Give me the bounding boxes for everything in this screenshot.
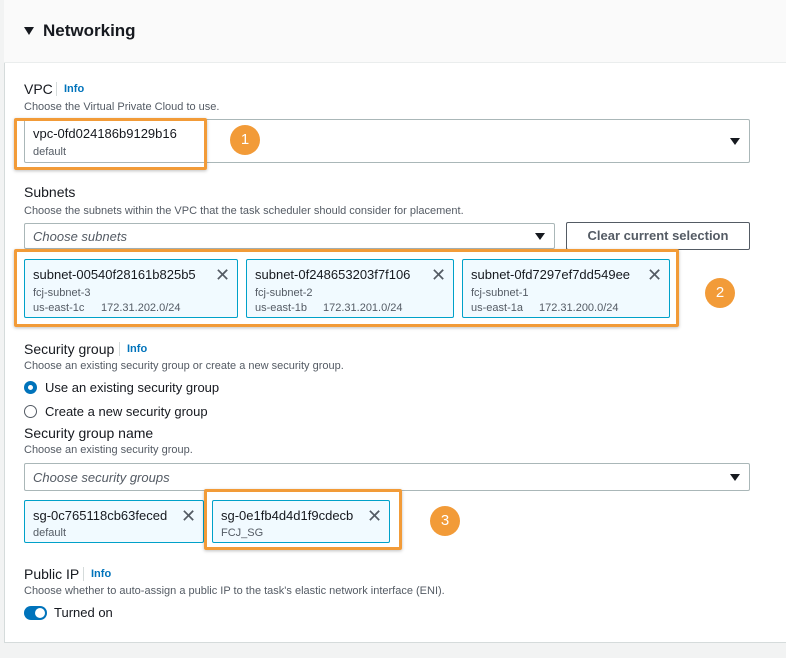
divider <box>56 82 57 96</box>
vpc-label: VPC <box>24 81 53 97</box>
sg-name-label: Security group name <box>24 425 154 441</box>
section-title: Networking <box>43 21 136 40</box>
toggle-knob <box>35 608 45 618</box>
public-ip-state: Turned on <box>54 605 113 620</box>
public-ip-info-link[interactable]: Info <box>91 568 111 580</box>
chevron-down-icon <box>535 233 545 240</box>
public-ip-toggle[interactable] <box>24 606 47 620</box>
vpc-description: Choose the Virtual Private Cloud to use. <box>24 101 220 113</box>
divider <box>83 567 84 581</box>
caret-down-icon[interactable] <box>24 27 34 35</box>
sg-token: sg-0c765118cb63feced ✕ default <box>24 500 204 543</box>
security-group-description: Choose an existing security group or cre… <box>24 360 344 372</box>
highlight-box-1 <box>14 118 207 170</box>
subnets-label: Subnets <box>24 184 76 200</box>
security-group-label: Security group <box>24 341 115 357</box>
chevron-down-icon <box>730 138 740 145</box>
sg-placeholder: Choose security groups <box>33 470 170 485</box>
annotation-badge-1: 1 <box>230 125 260 155</box>
annotation-badge-2: 2 <box>705 278 735 308</box>
highlight-box-3 <box>204 489 402 550</box>
subnets-description: Choose the subnets within the VPC that t… <box>24 205 464 217</box>
subnets-placeholder: Choose subnets <box>33 229 127 244</box>
vpc-info-link[interactable]: Info <box>64 83 84 95</box>
annotation-badge-3: 3 <box>430 506 460 536</box>
chevron-down-icon <box>730 474 740 481</box>
clear-selection-button[interactable]: Clear current selection <box>566 222 750 250</box>
close-icon[interactable]: ✕ <box>181 507 196 525</box>
divider <box>119 342 120 356</box>
security-groups-select[interactable]: Choose security groups <box>24 463 750 491</box>
radio-new-sg[interactable] <box>24 405 37 418</box>
sg-name-description: Choose an existing security group. <box>24 444 193 456</box>
public-ip-label: Public IP <box>24 566 80 582</box>
subnets-select[interactable]: Choose subnets <box>24 223 555 249</box>
radio-existing-sg-label[interactable]: Use an existing security group <box>45 380 219 395</box>
public-ip-description: Choose whether to auto-assign a public I… <box>24 585 445 597</box>
security-group-info-link[interactable]: Info <box>127 343 147 355</box>
sg-token-id: sg-0c765118cb63feced <box>33 508 168 523</box>
radio-existing-sg[interactable] <box>24 381 37 394</box>
radio-new-sg-label[interactable]: Create a new security group <box>45 404 208 419</box>
highlight-box-2 <box>14 249 679 327</box>
sg-token-name: default <box>33 527 67 539</box>
